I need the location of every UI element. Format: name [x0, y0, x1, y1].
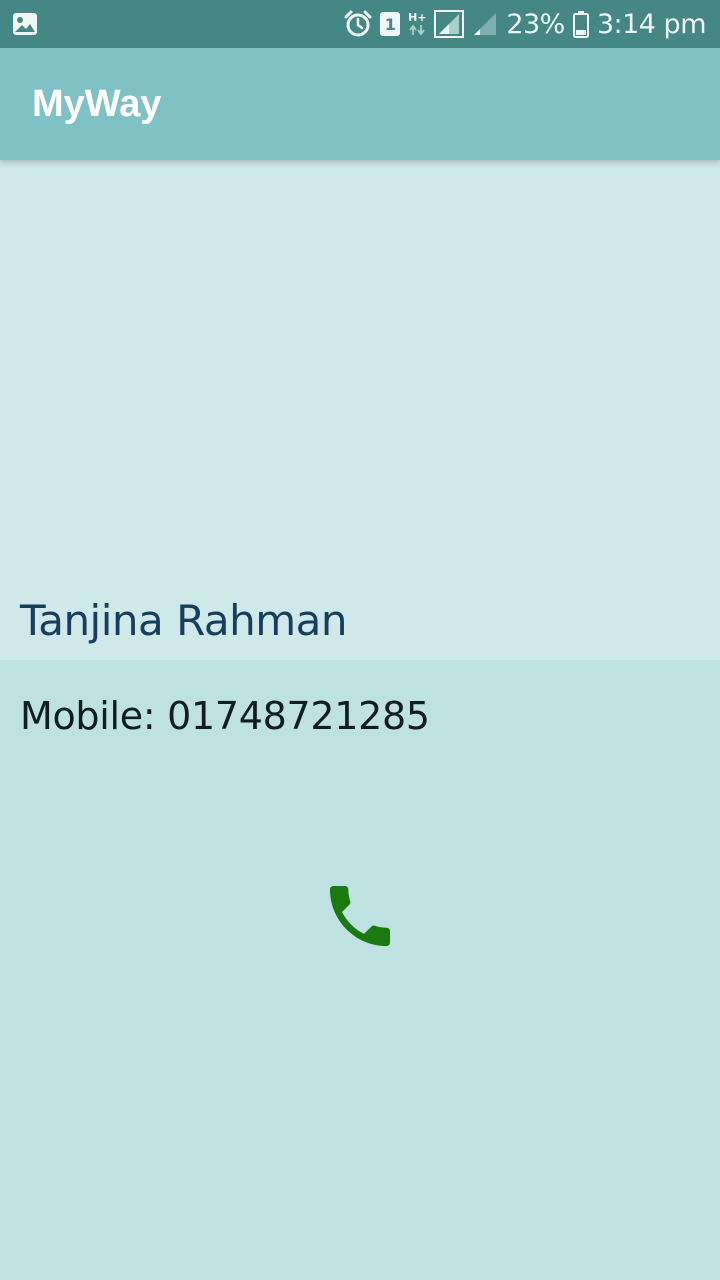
mobile-number: Mobile: 01748721285	[20, 694, 430, 738]
contact-detail-section	[0, 660, 720, 1280]
status-bar: 1 H+ 23% 3:14 pm	[0, 0, 720, 48]
network-type-label: H+	[408, 11, 427, 24]
image-notification-icon	[12, 12, 38, 36]
sim-icon: 1	[380, 12, 401, 36]
contact-name: Tanjina Rahman	[20, 596, 348, 645]
alarm-icon	[344, 10, 372, 38]
status-bar-left	[12, 12, 38, 36]
phone-icon	[330, 886, 390, 946]
battery-percent: 23%	[506, 8, 565, 40]
signal-icon	[434, 10, 465, 38]
status-bar-right: 1 H+ 23% 3:14 pm	[344, 8, 707, 40]
battery-icon	[572, 10, 589, 38]
contact-header-section	[0, 160, 720, 660]
call-button[interactable]	[316, 872, 404, 960]
app-title: MyWay	[32, 82, 162, 125]
signal-weak-icon	[472, 11, 498, 37]
clock: 3:14 pm	[596, 8, 707, 40]
data-arrows-icon: H+	[408, 11, 427, 36]
app-bar: MyWay	[0, 48, 720, 160]
